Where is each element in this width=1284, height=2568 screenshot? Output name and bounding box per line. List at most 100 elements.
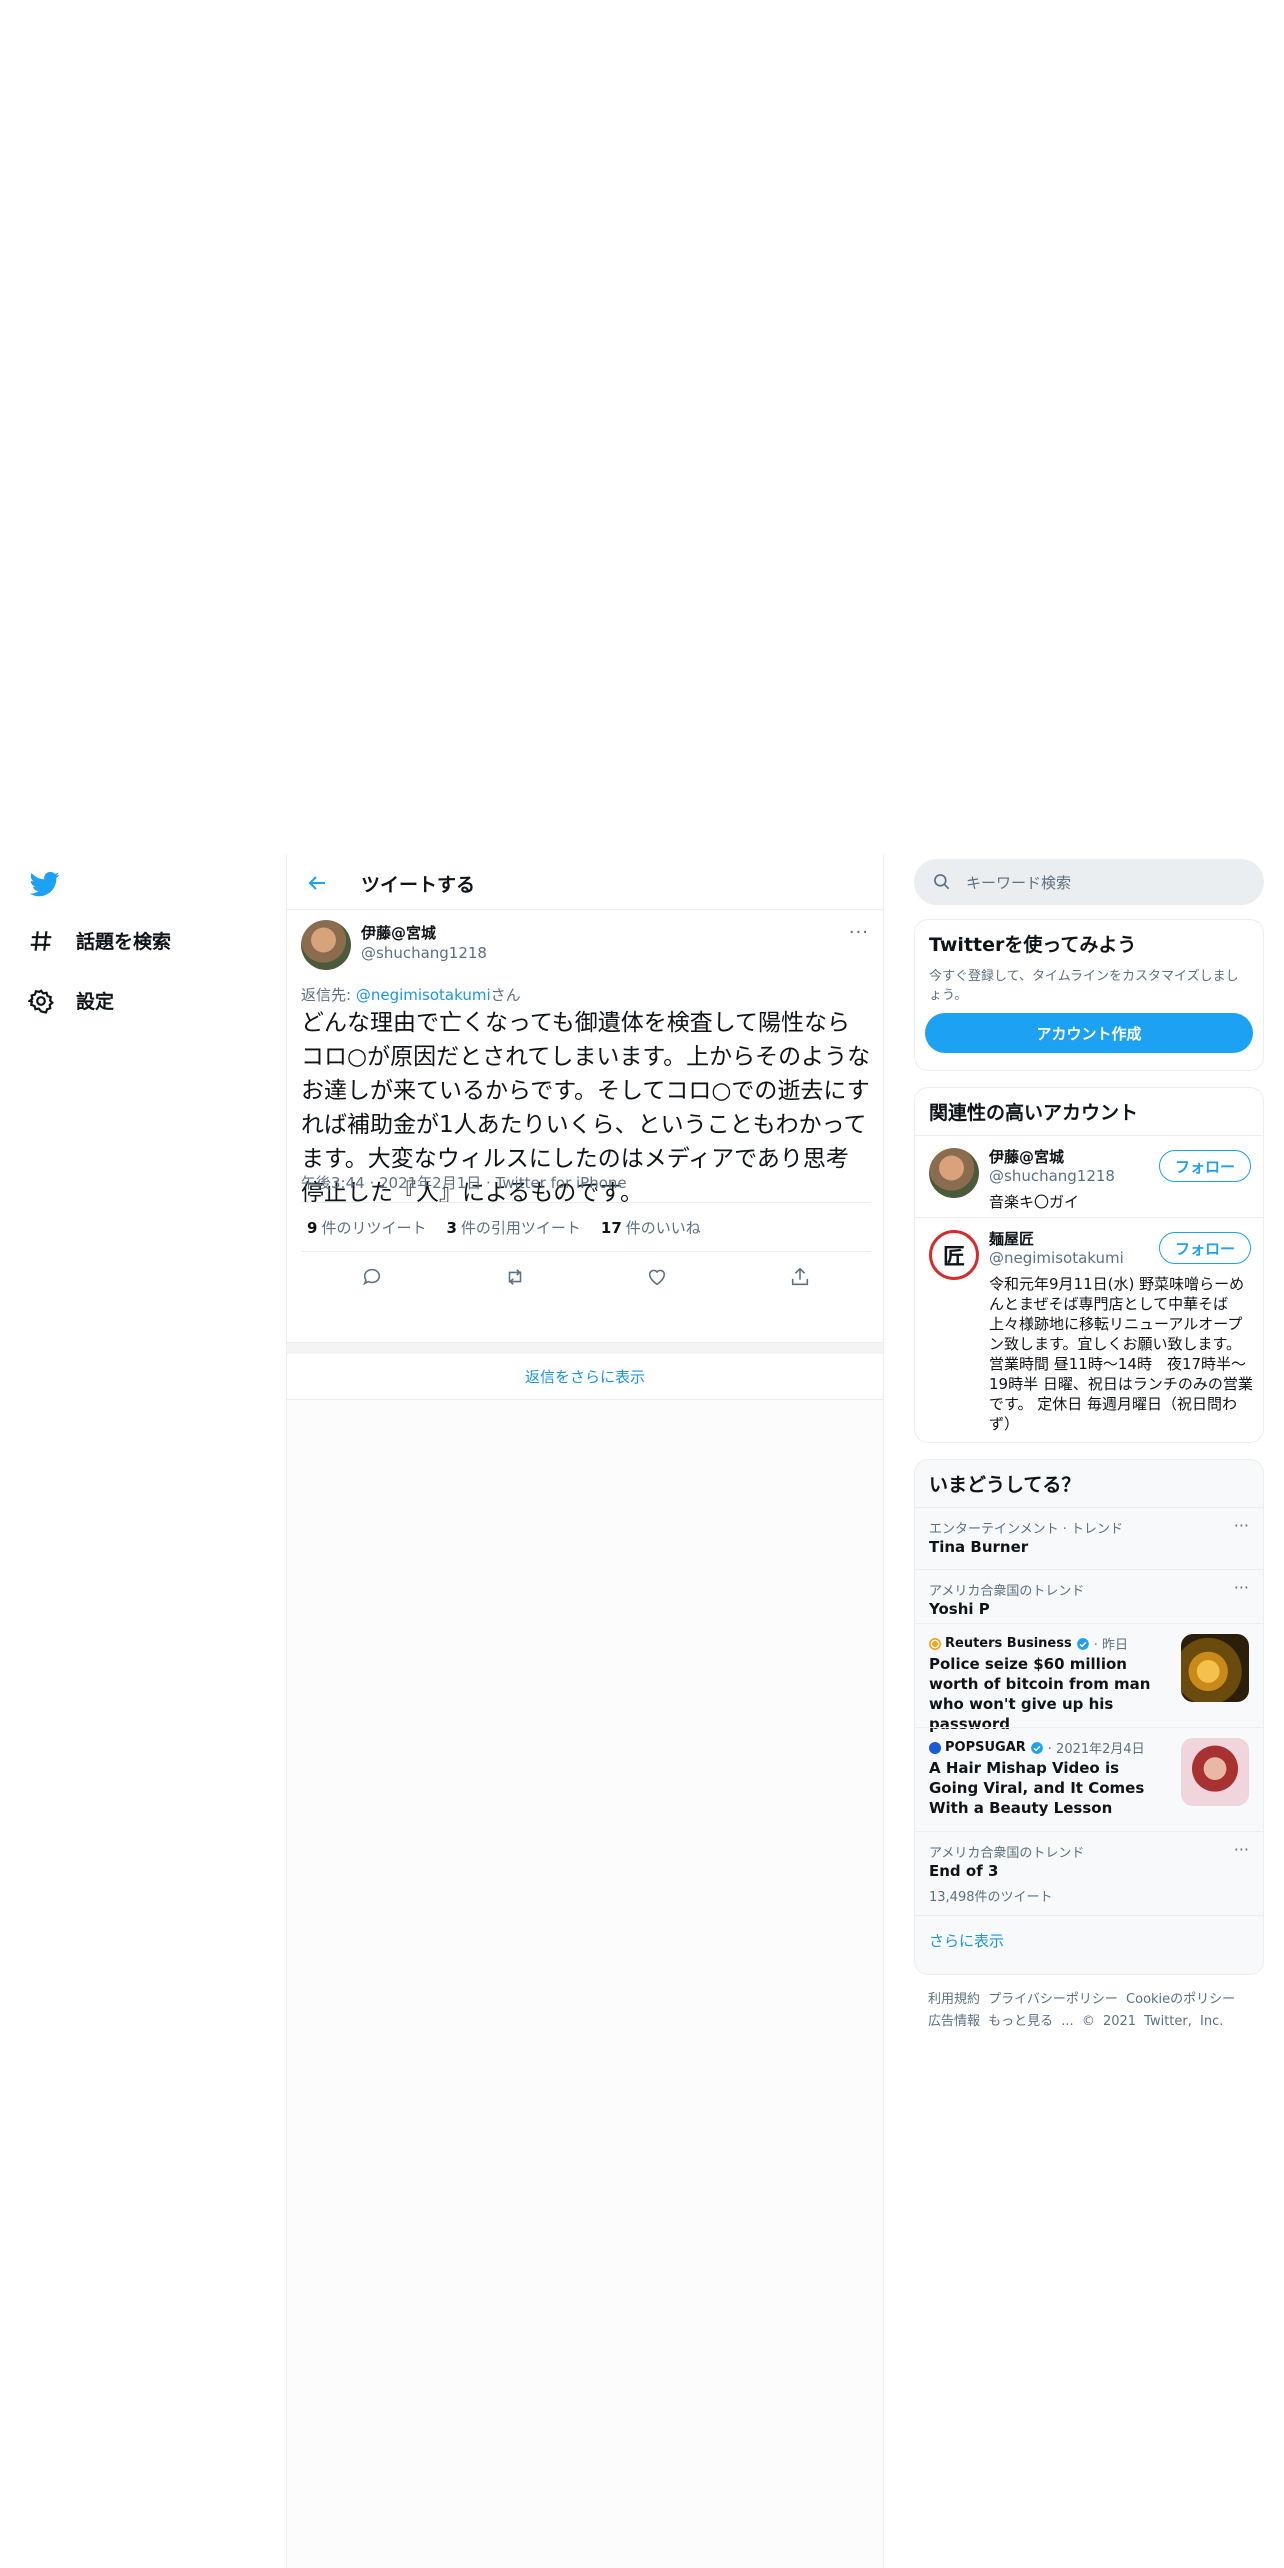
signup-card: Twitterを使ってみよう 今すぐ登録して、タイムラインをカスタマイズしましょ… xyxy=(914,919,1264,1071)
news-time: · 昨日 xyxy=(1093,1638,1128,1653)
trend-category: エンターテインメント · トレンド xyxy=(929,1522,1124,1537)
account-handle[interactable]: @negimisotakumi xyxy=(989,1249,1124,1267)
author-handle[interactable]: @shuchang1218 xyxy=(361,944,487,962)
search-icon xyxy=(934,874,950,890)
verified-badge-icon xyxy=(1030,1741,1043,1754)
tweet-meta: 午後3:44 · 2021年2月1日 · Twitter for iPhone xyxy=(301,1174,627,1192)
account-item[interactable]: 伊藤@宮城 @shuchang1218 音楽キ〇ガイ フォロー xyxy=(915,1135,1263,1217)
nav-explore[interactable]: 話題を検索 xyxy=(28,927,171,954)
hashtag-icon xyxy=(30,930,52,951)
tweet-source[interactable]: Twitter for iPhone xyxy=(496,1174,627,1192)
tweet-actions xyxy=(301,1252,871,1302)
quote-count: 3 xyxy=(446,1218,457,1237)
like-count: 17 xyxy=(600,1218,622,1237)
account-handle[interactable]: @shuchang1218 xyxy=(989,1167,1115,1185)
more-options-icon[interactable]: ··· xyxy=(1234,1516,1249,1535)
news-source: POPSUGAR · 2021年2月4日 xyxy=(929,1738,1145,1757)
twitter-logo-icon[interactable] xyxy=(28,869,62,899)
page-header: ツイートする xyxy=(287,855,883,910)
news-thumbnail[interactable] xyxy=(1181,1738,1249,1806)
account-bio: 音楽キ〇ガイ xyxy=(989,1193,1080,1211)
reuters-logo-icon xyxy=(929,1637,941,1650)
reply-prefix: 返信先: xyxy=(301,986,356,1004)
page-title: ツイートする xyxy=(361,874,476,896)
reply-to: 返信先: @negimisotakumiさん xyxy=(301,984,521,1005)
reply-suffix: さん xyxy=(490,986,521,1004)
tweet-time[interactable]: 午後3:44 xyxy=(301,1174,365,1192)
footer-link-privacy[interactable]: プライバシーポリシー xyxy=(988,1992,1118,2007)
retweet-icon[interactable] xyxy=(504,1266,526,1288)
like-heart-icon[interactable] xyxy=(646,1266,668,1288)
more-options-icon[interactable]: ··· xyxy=(849,922,869,943)
main-column: ツイートする 伊藤@宮城 @shuchang1218 ··· 返信先: @neg… xyxy=(286,855,884,2568)
empty-area xyxy=(287,1400,883,2568)
reply-icon[interactable] xyxy=(361,1266,383,1288)
more-options-icon[interactable]: ··· xyxy=(1234,1578,1249,1597)
back-arrow-icon[interactable] xyxy=(305,871,329,895)
tweet-stats: 9 件のリツイート 3 件の引用ツイート 17 件のいいね xyxy=(301,1202,871,1252)
news-headline: A Hair Mishap Video is Going Viral, and … xyxy=(929,1759,1145,1817)
account-name[interactable]: 麺屋匠 xyxy=(989,1228,1034,1249)
avatar[interactable] xyxy=(301,920,351,970)
trend-title: Tina Burner xyxy=(929,1538,1029,1556)
news-headline: Police seize $60 million worth of bitcoi… xyxy=(929,1655,1151,1733)
footer-link-more[interactable]: もっと見る ... xyxy=(988,2014,1074,2029)
more-options-icon[interactable]: ··· xyxy=(1234,1840,1249,1859)
show-more-replies-button[interactable]: 返信をさらに表示 xyxy=(287,1354,883,1400)
like-stat[interactable]: 17 件のいいね xyxy=(601,1217,701,1238)
account-item[interactable]: 匠 麺屋匠 @negimisotakumi 令和元年9月11日(水) 野菜味噌ら… xyxy=(915,1217,1263,1442)
tweet-date[interactable]: 2021年2月1日 xyxy=(379,1174,481,1192)
footer-link-ads[interactable]: 広告情報 xyxy=(928,2014,980,2029)
nav-explore-label: 話題を検索 xyxy=(76,931,172,953)
trend-item[interactable]: アメリカ合衆国のトレンド End of 3 13,498件のツイート ··· xyxy=(915,1831,1263,1915)
gear-icon xyxy=(28,988,54,1014)
popsugar-logo-icon xyxy=(929,1741,941,1754)
news-item[interactable]: POPSUGAR · 2021年2月4日 A Hair Mishap Video… xyxy=(915,1727,1263,1831)
trend-category: アメリカ合衆国のトレンド xyxy=(929,1584,1085,1599)
news-thumbnail[interactable] xyxy=(1181,1634,1249,1702)
author-name[interactable]: 伊藤@宮城 xyxy=(361,922,436,943)
news-item[interactable]: Reuters Business · 昨日 Police seize $60 m… xyxy=(915,1623,1263,1733)
account-avatar[interactable]: 匠 xyxy=(929,1230,979,1280)
footer-link-cookie[interactable]: Cookieのポリシー xyxy=(1126,1992,1235,2007)
footer-links: 利用規約 プライバシーポリシー Cookieのポリシー 広告情報 もっと見る .… xyxy=(928,1989,1258,2033)
share-icon[interactable] xyxy=(789,1266,811,1288)
nav-settings-label: 設定 xyxy=(76,991,115,1013)
quote-label: 件の引用ツイート xyxy=(460,1218,581,1237)
retweet-stat[interactable]: 9 件のリツイート xyxy=(307,1217,426,1238)
account-avatar[interactable] xyxy=(929,1148,979,1198)
news-source-name: Reuters Business xyxy=(945,1636,1072,1651)
show-more-trends-link[interactable]: さらに表示 xyxy=(915,1915,1263,1965)
news-source: Reuters Business · 昨日 xyxy=(929,1634,1128,1653)
footer-link-terms[interactable]: 利用規約 xyxy=(928,1992,980,2007)
reply-handle-link[interactable]: @negimisotakumi xyxy=(356,986,491,1004)
search-placeholder: キーワード検索 xyxy=(966,873,1072,892)
trend-category: アメリカ合衆国のトレンド xyxy=(929,1846,1085,1861)
nav-settings[interactable]: 設定 xyxy=(28,987,114,1014)
trend-title: Yoshi P xyxy=(929,1600,990,1618)
left-navigation: 話題を検索 設定 xyxy=(0,855,286,2568)
follow-button[interactable]: フォロー xyxy=(1159,1232,1251,1264)
signup-title: Twitterを使ってみよう xyxy=(929,934,1137,956)
follow-button[interactable]: フォロー xyxy=(1159,1150,1251,1182)
trend-count: 13,498件のツイート xyxy=(929,1890,1053,1905)
like-label: 件のいいね xyxy=(625,1218,701,1237)
account-bio: 令和元年9月11日(水) 野菜味噌らーめんとまぜそば専門店として中華そば上々様跡… xyxy=(989,1275,1253,1433)
footer-copyright: © 2021 Twitter, Inc. xyxy=(1081,2014,1224,2029)
signup-description: 今すぐ登録して、タイムラインをカスタマイズしましょう。 xyxy=(929,969,1239,1003)
news-source-name: POPSUGAR xyxy=(945,1740,1026,1755)
create-account-button[interactable]: アカウント作成 xyxy=(925,1013,1253,1053)
search-box[interactable]: キーワード検索 xyxy=(914,859,1264,905)
quote-stat[interactable]: 3 件の引用ツイート xyxy=(446,1217,580,1238)
retweet-count: 9 xyxy=(307,1218,318,1237)
trend-item[interactable]: エンターテインメント · トレンド Tina Burner ··· xyxy=(915,1507,1263,1569)
trend-title: End of 3 xyxy=(929,1862,999,1880)
account-name[interactable]: 伊藤@宮城 xyxy=(989,1146,1064,1167)
section-divider xyxy=(287,1342,883,1354)
related-accounts-card: 関連性の高いアカウント 伊藤@宮城 @shuchang1218 音楽キ〇ガイ フ… xyxy=(914,1087,1264,1443)
news-time: · 2021年2月4日 xyxy=(1047,1742,1145,1757)
trend-item[interactable]: アメリカ合衆国のトレンド Yoshi P ··· xyxy=(915,1569,1263,1623)
trends-title: いまどうしてる？ xyxy=(929,1474,1081,1496)
retweet-label: 件のリツイート xyxy=(321,1218,427,1237)
trends-card: いまどうしてる？ エンターテインメント · トレンド Tina Burner ·… xyxy=(914,1459,1264,1975)
